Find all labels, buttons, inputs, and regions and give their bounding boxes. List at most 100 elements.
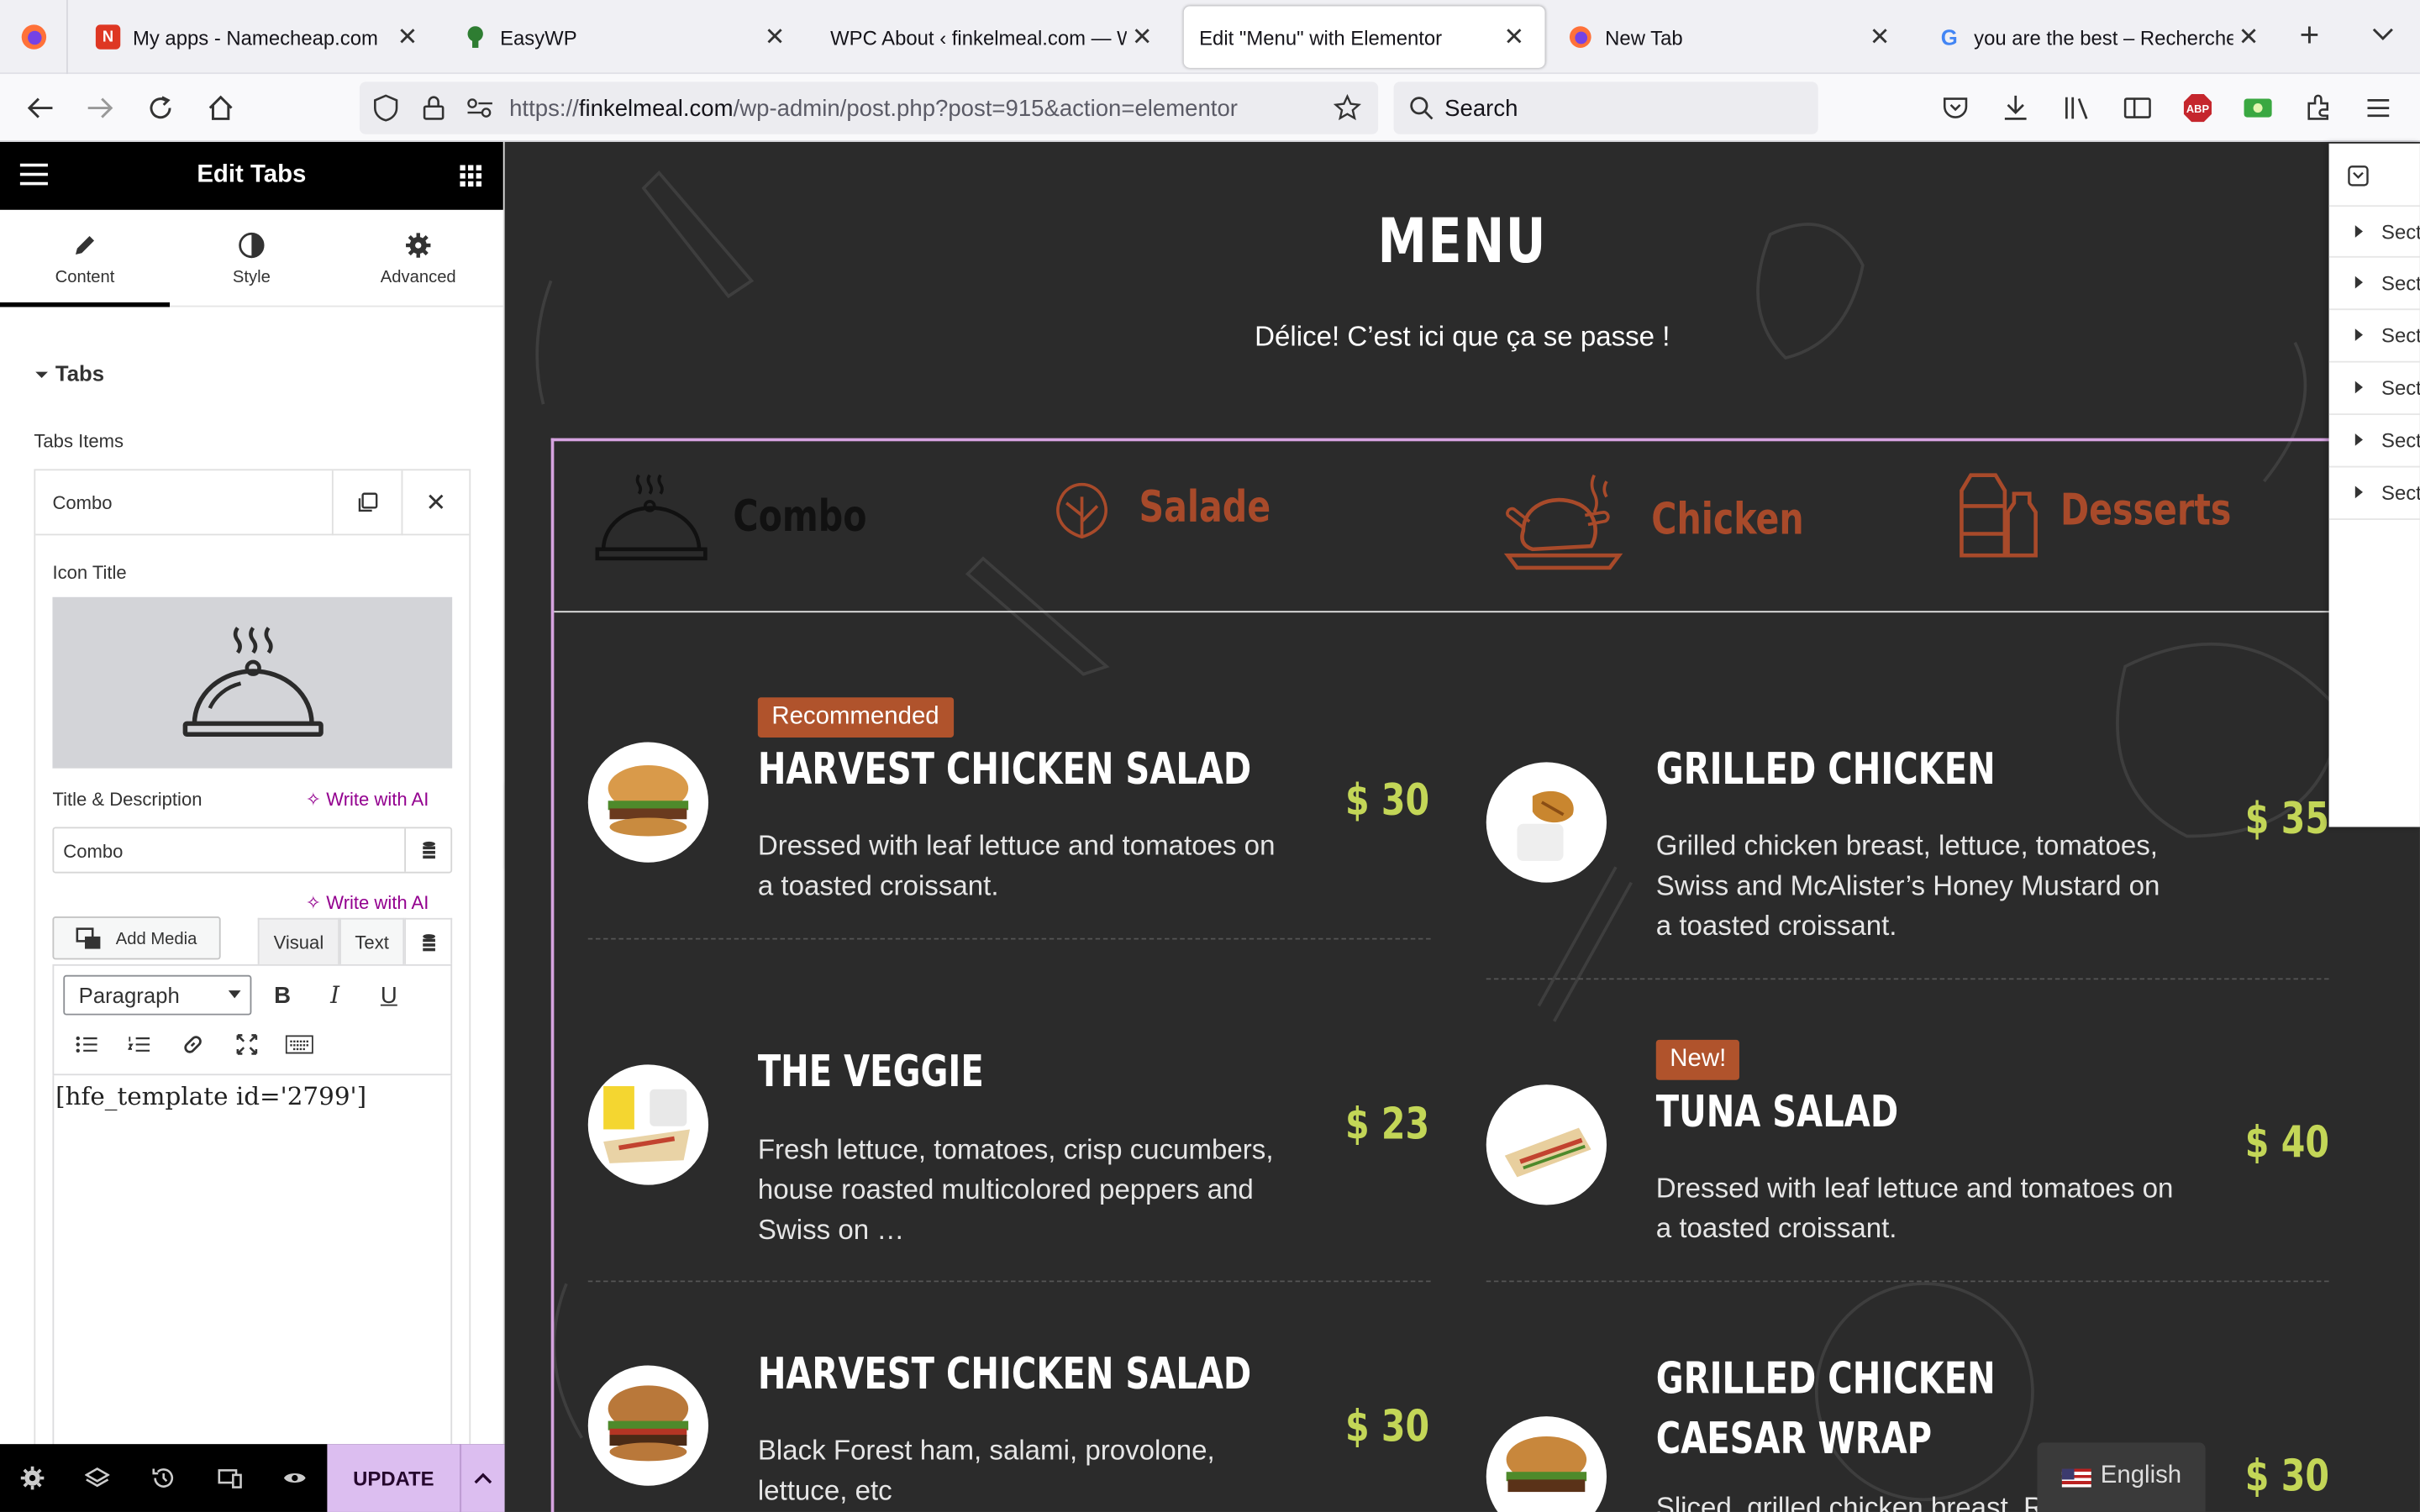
navigator-section-row[interactable]: Sect bbox=[2328, 468, 2420, 520]
close-tab-icon[interactable]: ✕ bbox=[1127, 22, 1158, 53]
update-button-label: UPDATE bbox=[353, 1466, 434, 1490]
responsive-mode-icon[interactable] bbox=[218, 1466, 242, 1490]
app-menu-icon[interactable] bbox=[2360, 90, 2396, 127]
layers-icon[interactable] bbox=[85, 1466, 110, 1490]
dynamic-tags-button[interactable] bbox=[404, 917, 453, 964]
navigator-panel: Sect Sect Sect Sect Sect Sect bbox=[2328, 143, 2420, 827]
forward-arrow-icon[interactable] bbox=[82, 90, 118, 127]
settings-gear-icon[interactable] bbox=[20, 1466, 45, 1490]
italic-icon[interactable]: I bbox=[318, 978, 351, 1011]
update-button[interactable]: UPDATE bbox=[327, 1444, 460, 1512]
close-tab-icon[interactable]: ✕ bbox=[2233, 22, 2265, 53]
close-tab-icon[interactable]: ✕ bbox=[392, 22, 424, 53]
format-select[interactable]: Paragraph bbox=[63, 974, 252, 1016]
title-input[interactable]: Combo bbox=[52, 827, 453, 874]
library-icon[interactable] bbox=[2059, 90, 2096, 127]
write-with-ai-button[interactable]: ✧ Write with AI bbox=[306, 789, 429, 811]
history-icon[interactable] bbox=[151, 1466, 176, 1490]
tab-content[interactable]: Content bbox=[0, 210, 171, 307]
menu-tab-salade[interactable]: Salade bbox=[1017, 441, 1449, 611]
keyboard-toolbar-toggle-icon[interactable] bbox=[282, 1027, 316, 1061]
burger-photo bbox=[587, 742, 709, 863]
shield-icon[interactable] bbox=[367, 90, 404, 127]
browser-tab-wpc-about[interactable]: WPC About ‹ finkelmeal.com — WordPress ✕ bbox=[815, 6, 1173, 67]
navigator-row-label: Sect bbox=[2381, 220, 2420, 244]
menu-tab-combo[interactable]: Combo bbox=[554, 441, 1002, 611]
underline-icon[interactable]: U bbox=[372, 978, 406, 1011]
navigator-section-row[interactable]: Sect bbox=[2328, 363, 2420, 416]
item-separator bbox=[587, 937, 1431, 940]
menu-tab-desserts-label: Desserts bbox=[2060, 484, 2232, 536]
permissions-icon[interactable] bbox=[461, 90, 498, 127]
dynamic-tags-icon[interactable] bbox=[404, 828, 450, 872]
home-icon[interactable] bbox=[203, 90, 239, 127]
duplicate-icon[interactable] bbox=[331, 470, 402, 536]
browser-tab-new-tab[interactable]: New Tab ✕ bbox=[1553, 6, 1911, 67]
hamburger-menu-icon[interactable] bbox=[18, 162, 50, 195]
close-tab-icon[interactable]: ✕ bbox=[1498, 22, 1529, 53]
close-tab-icon[interactable]: ✕ bbox=[1865, 22, 1896, 53]
visual-tab[interactable]: Visual bbox=[257, 917, 340, 964]
menu-tab-chicken[interactable]: Chicken bbox=[1480, 441, 1928, 611]
language-switcher[interactable]: English bbox=[2037, 1442, 2206, 1512]
list-all-tabs-chevron-icon[interactable] bbox=[2370, 22, 2395, 46]
url-domain: finkelmeal.com bbox=[578, 95, 734, 123]
search-bar[interactable]: Search bbox=[1393, 81, 1818, 134]
repeater-item-header[interactable]: Combo ✕ bbox=[35, 470, 470, 536]
browser-tab-namecheap[interactable]: N My apps - Namecheap.com ✕ bbox=[81, 6, 439, 67]
numbered-list-icon[interactable] bbox=[122, 1027, 155, 1061]
navigator-section-row[interactable]: Sect bbox=[2328, 310, 2420, 363]
browser-tab-elementor[interactable]: Edit "Menu" with Elementor ✕ bbox=[1183, 6, 1545, 68]
navigator-section-row[interactable]: Sect bbox=[2328, 258, 2420, 311]
menu-item-price: $ 30 bbox=[1344, 1400, 1429, 1452]
section-tabs-toggle[interactable]: Tabs bbox=[34, 361, 104, 386]
expand-arrow-icon bbox=[2354, 486, 2363, 499]
bullet-list-icon[interactable] bbox=[70, 1027, 103, 1061]
link-icon[interactable] bbox=[176, 1027, 209, 1061]
browser-tab-google[interactable]: G you are the best – Recherche Google ✕ bbox=[1922, 6, 2280, 67]
expand-arrow-icon bbox=[2354, 276, 2363, 289]
navigator-row-label: Sect bbox=[2381, 376, 2420, 400]
pocket-icon[interactable] bbox=[1937, 90, 1974, 127]
menu-tab-desserts[interactable]: Desserts bbox=[1943, 441, 2391, 611]
close-tab-icon[interactable]: ✕ bbox=[760, 22, 791, 53]
write-with-ai-button-2[interactable]: ✧ Write with AI bbox=[306, 892, 429, 914]
icon-preview[interactable] bbox=[52, 596, 453, 769]
title-description-label: Title & Description bbox=[52, 788, 203, 811]
back-arrow-icon[interactable] bbox=[22, 90, 59, 127]
save-options-chevron-up-icon[interactable] bbox=[460, 1444, 505, 1512]
new-tab-button[interactable]: + bbox=[2300, 18, 2320, 52]
preview-eye-icon[interactable] bbox=[282, 1466, 307, 1490]
tab-style[interactable]: Style bbox=[166, 210, 336, 307]
reader-sidebar-icon[interactable] bbox=[2119, 90, 2156, 127]
extensions-puzzle-icon[interactable] bbox=[2300, 90, 2337, 127]
text-tab[interactable]: Text bbox=[339, 917, 405, 964]
navigator-collapse-icon[interactable] bbox=[2348, 165, 2370, 187]
browser-tab-easywp[interactable]: EasyWP ✕ bbox=[448, 6, 806, 67]
widgets-grid-icon[interactable] bbox=[460, 165, 482, 195]
menu-tab-chicken-label: Chicken bbox=[1651, 493, 1804, 545]
adblock-plus-icon[interactable]: ABP bbox=[2179, 90, 2216, 127]
address-bar[interactable]: https://finkelmeal.com/wp-admin/post.php… bbox=[359, 81, 1379, 134]
lock-icon[interactable] bbox=[415, 90, 452, 127]
tab-advanced[interactable]: Advanced bbox=[334, 210, 503, 307]
downloads-icon[interactable] bbox=[1997, 90, 2034, 127]
remove-icon[interactable]: ✕ bbox=[401, 470, 470, 536]
navigator-section-row[interactable]: Sect bbox=[2328, 205, 2420, 258]
tab-content-label: Content bbox=[55, 268, 115, 287]
navigator-section-row[interactable]: Sect bbox=[2328, 415, 2420, 468]
tab-style-label: Style bbox=[232, 268, 271, 287]
bookmark-star-icon[interactable] bbox=[1328, 90, 1365, 127]
gear-icon bbox=[406, 233, 431, 258]
add-media-button[interactable]: Add Media bbox=[52, 916, 221, 960]
extension-green-icon[interactable] bbox=[2239, 90, 2276, 127]
reload-icon[interactable] bbox=[142, 90, 179, 127]
url-text[interactable]: https://finkelmeal.com/wp-admin/post.php… bbox=[509, 96, 1238, 122]
menu-heading: MENU bbox=[1377, 207, 1547, 278]
firefox-view-button[interactable] bbox=[0, 0, 68, 75]
sparkle-icon: ✧ bbox=[305, 891, 322, 914]
bold-icon[interactable]: B bbox=[266, 978, 299, 1011]
fullscreen-icon[interactable] bbox=[230, 1027, 264, 1061]
google-favicon-icon: G bbox=[1940, 24, 1958, 50]
us-flag-icon bbox=[2061, 1468, 2091, 1488]
